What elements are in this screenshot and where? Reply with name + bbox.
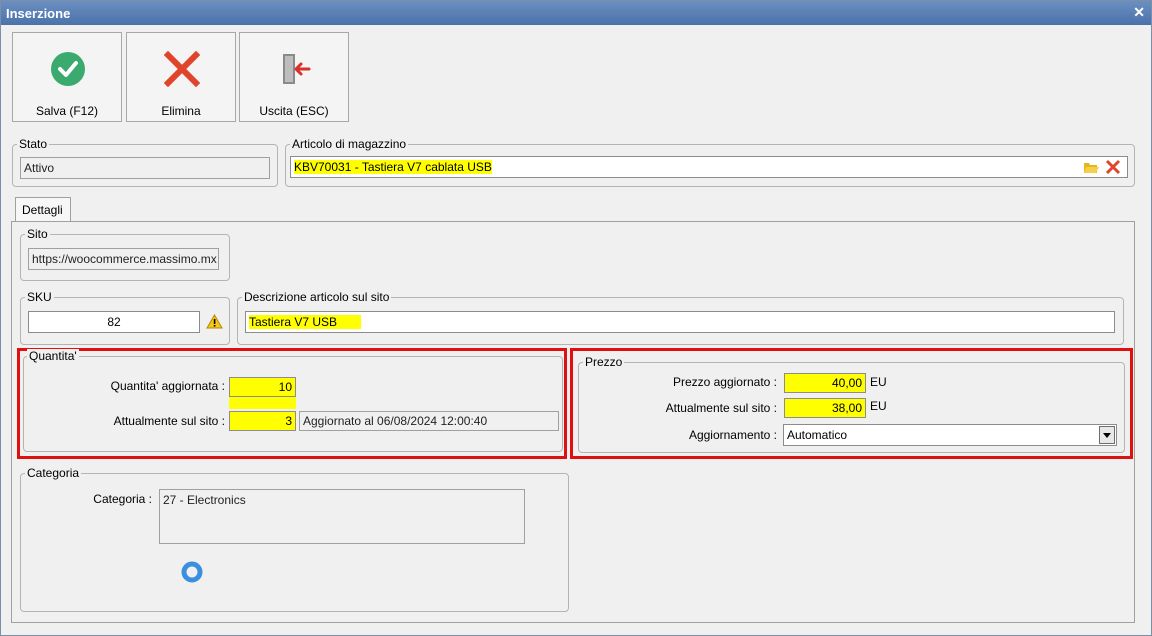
categoria-value: 27 - Electronics xyxy=(163,493,246,507)
folder-open-icon[interactable] xyxy=(1083,160,1099,174)
stato-legend: Stato xyxy=(17,137,50,151)
loading-spinner-icon xyxy=(181,561,203,583)
prezzo-mode-label: Aggiornamento : xyxy=(688,428,777,442)
quantita-updated-highlight xyxy=(229,397,296,409)
inserzione-window: Inserzione ✕ Salva (F12) Elimina Uscita … xyxy=(0,0,1152,636)
exit-door-icon xyxy=(283,54,311,84)
stato-field: Attivo xyxy=(20,157,270,179)
quantita-current-field: 3 xyxy=(229,411,296,431)
close-icon[interactable]: ✕ xyxy=(1133,4,1145,21)
quantita-updated-label: Quantita' aggiornata : xyxy=(110,379,225,393)
x-icon xyxy=(164,51,200,87)
descrizione-value: Tastiera V7 USB xyxy=(249,315,362,329)
prezzo-current-currency: EU xyxy=(870,399,887,413)
prezzo-current-field: 38,00 xyxy=(784,398,866,418)
prezzo-legend: Prezzo xyxy=(583,355,625,369)
delete-button-label: Elimina xyxy=(161,104,201,118)
check-circle-icon xyxy=(51,52,85,86)
tab-dettagli-label: Dettagli xyxy=(22,203,63,217)
exit-button[interactable]: Uscita (ESC) xyxy=(239,32,349,122)
prezzo-updated-label: Prezzo aggiornato : xyxy=(672,375,777,389)
prezzo-current-label: Attualmente sul sito : xyxy=(665,401,777,415)
descrizione-field[interactable]: Tastiera V7 USB xyxy=(245,311,1115,333)
sito-field: https://woocommerce.massimo.mx xyxy=(28,248,219,270)
sku-legend: SKU xyxy=(25,290,54,304)
quantita-updated-at: Aggiornato al 06/08/2024 12:00:40 xyxy=(299,411,559,431)
categoria-label: Categoria : xyxy=(93,492,152,506)
sku-field[interactable]: 82 xyxy=(28,311,200,333)
descrizione-legend: Descrizione articolo sul sito xyxy=(242,290,392,304)
title-bar: Inserzione ✕ xyxy=(1,1,1151,25)
save-button[interactable]: Salva (F12) xyxy=(12,32,122,122)
articolo-value: KBV70031 - Tastiera V7 cablata USB xyxy=(294,160,492,174)
prezzo-updated-currency: EU xyxy=(870,375,887,389)
sito-legend: Sito xyxy=(25,227,50,241)
articolo-legend: Articolo di magazzino xyxy=(290,137,409,151)
tab-dettagli[interactable]: Dettagli xyxy=(15,197,71,222)
delete-button[interactable]: Elimina xyxy=(126,32,236,122)
categoria-list[interactable]: 27 - Electronics xyxy=(159,489,525,544)
categoria-legend: Categoria xyxy=(25,466,82,480)
save-button-label: Salva (F12) xyxy=(35,104,99,118)
prezzo-mode-value: Automatico xyxy=(787,428,848,442)
warning-icon xyxy=(206,314,223,329)
quantita-legend: Quantita' xyxy=(27,349,79,363)
window-title: Inserzione xyxy=(6,6,71,21)
prezzo-mode-select[interactable]: Automatico xyxy=(783,424,1117,446)
clear-x-icon[interactable] xyxy=(1105,159,1121,175)
dropdown-arrow-icon[interactable] xyxy=(1099,426,1115,444)
exit-button-label: Uscita (ESC) xyxy=(259,104,329,118)
prezzo-updated-field[interactable]: 40,00 xyxy=(784,373,866,393)
quantita-updated-field[interactable]: 10 xyxy=(229,377,296,397)
articolo-field[interactable]: KBV70031 - Tastiera V7 cablata USB xyxy=(290,156,1128,178)
quantita-current-label: Attualmente sul sito : xyxy=(113,414,225,428)
